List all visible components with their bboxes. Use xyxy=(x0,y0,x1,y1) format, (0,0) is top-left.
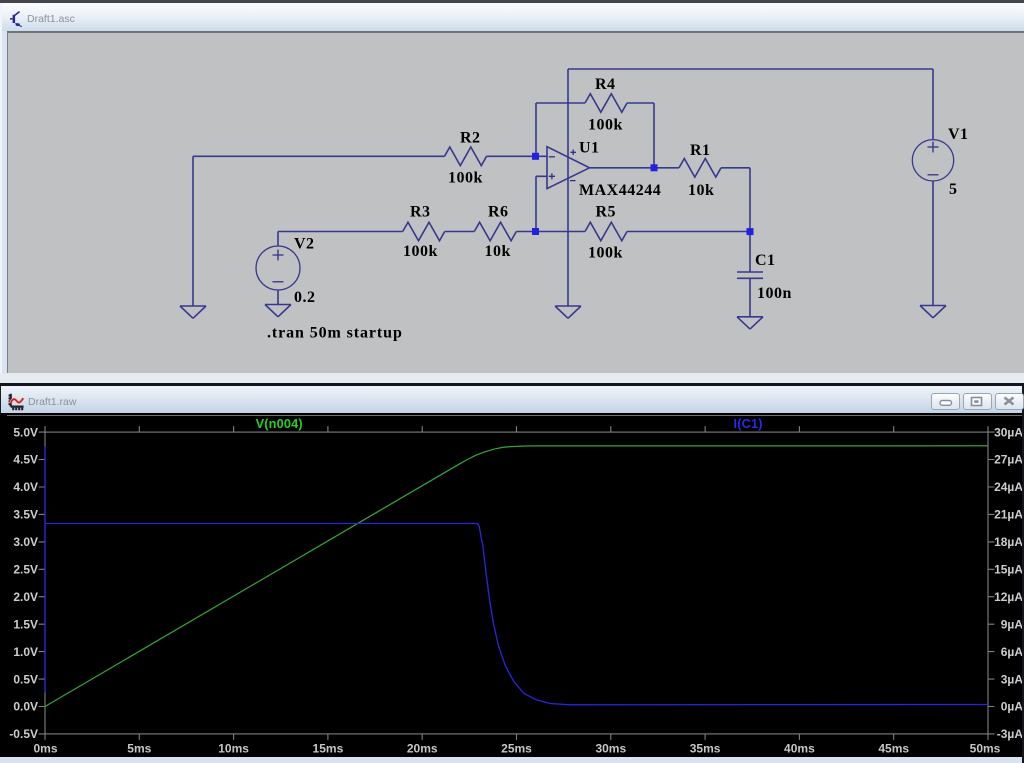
svg-text:5.0V: 5.0V xyxy=(13,425,38,439)
svg-text:100k: 100k xyxy=(448,170,483,187)
svg-text:V1: V1 xyxy=(948,126,969,143)
svg-text:I(C1): I(C1) xyxy=(734,417,763,431)
svg-text:0.0V: 0.0V xyxy=(13,699,38,713)
svg-text:25ms: 25ms xyxy=(501,741,532,755)
svg-text:R2: R2 xyxy=(460,130,481,147)
svg-text:15µA: 15µA xyxy=(994,562,1022,576)
svg-text:-0.5V: -0.5V xyxy=(9,727,38,741)
svg-text:U1: U1 xyxy=(579,140,600,157)
svg-text:12µA: 12µA xyxy=(994,589,1022,603)
svg-text:2.0V: 2.0V xyxy=(13,589,38,603)
svg-text:45ms: 45ms xyxy=(878,741,909,755)
svg-text:40ms: 40ms xyxy=(784,741,815,755)
svg-text:20ms: 20ms xyxy=(407,741,438,755)
svg-text:1.0V: 1.0V xyxy=(13,644,38,658)
svg-text:3.0V: 3.0V xyxy=(13,535,38,549)
svg-text:15ms: 15ms xyxy=(313,741,344,755)
svg-text:.tran 50m startup: .tran 50m startup xyxy=(267,325,403,342)
svg-text:18µA: 18µA xyxy=(994,535,1022,549)
svg-text:21µA: 21µA xyxy=(994,507,1022,521)
svg-text:4.0V: 4.0V xyxy=(13,480,38,494)
svg-text:0µA: 0µA xyxy=(1001,699,1022,713)
svg-text:100n: 100n xyxy=(757,285,792,302)
svg-text:R5: R5 xyxy=(596,204,617,221)
svg-text:27µA: 27µA xyxy=(994,452,1022,466)
svg-text:30µA: 30µA xyxy=(994,425,1022,439)
svg-text:MAX44244: MAX44244 xyxy=(579,182,661,199)
svg-text:0ms: 0ms xyxy=(33,741,57,755)
svg-text:30ms: 30ms xyxy=(595,741,626,755)
svg-text:10ms: 10ms xyxy=(218,741,249,755)
svg-text:R3: R3 xyxy=(410,204,431,221)
svg-text:2.5V: 2.5V xyxy=(13,562,38,576)
svg-text:9µA: 9µA xyxy=(1001,617,1022,631)
svg-text:0.5V: 0.5V xyxy=(13,672,38,686)
svg-text:C1: C1 xyxy=(755,252,776,269)
svg-text:V(n004): V(n004) xyxy=(256,417,303,431)
svg-text:1.5V: 1.5V xyxy=(13,617,38,631)
svg-text:5: 5 xyxy=(949,181,958,198)
svg-text:100k: 100k xyxy=(403,243,438,260)
svg-text:0.2: 0.2 xyxy=(294,289,316,306)
svg-text:R6: R6 xyxy=(488,204,509,221)
svg-text:10k: 10k xyxy=(688,182,714,199)
svg-text:6µA: 6µA xyxy=(1001,644,1022,658)
svg-text:-3µA: -3µA xyxy=(997,727,1022,741)
svg-text:3.5V: 3.5V xyxy=(13,507,38,521)
svg-text:24µA: 24µA xyxy=(994,480,1022,494)
svg-text:10k: 10k xyxy=(485,243,511,260)
svg-text:50ms: 50ms xyxy=(970,741,1001,755)
svg-text:5ms: 5ms xyxy=(127,741,151,755)
svg-text:35ms: 35ms xyxy=(690,741,721,755)
svg-text:3µA: 3µA xyxy=(1001,672,1022,686)
svg-text:100k: 100k xyxy=(588,117,623,134)
svg-text:V2: V2 xyxy=(294,235,315,252)
svg-text:R1: R1 xyxy=(690,142,711,159)
svg-text:4.5V: 4.5V xyxy=(13,452,38,466)
svg-text:R4: R4 xyxy=(595,76,616,93)
svg-text:100k: 100k xyxy=(588,245,623,262)
